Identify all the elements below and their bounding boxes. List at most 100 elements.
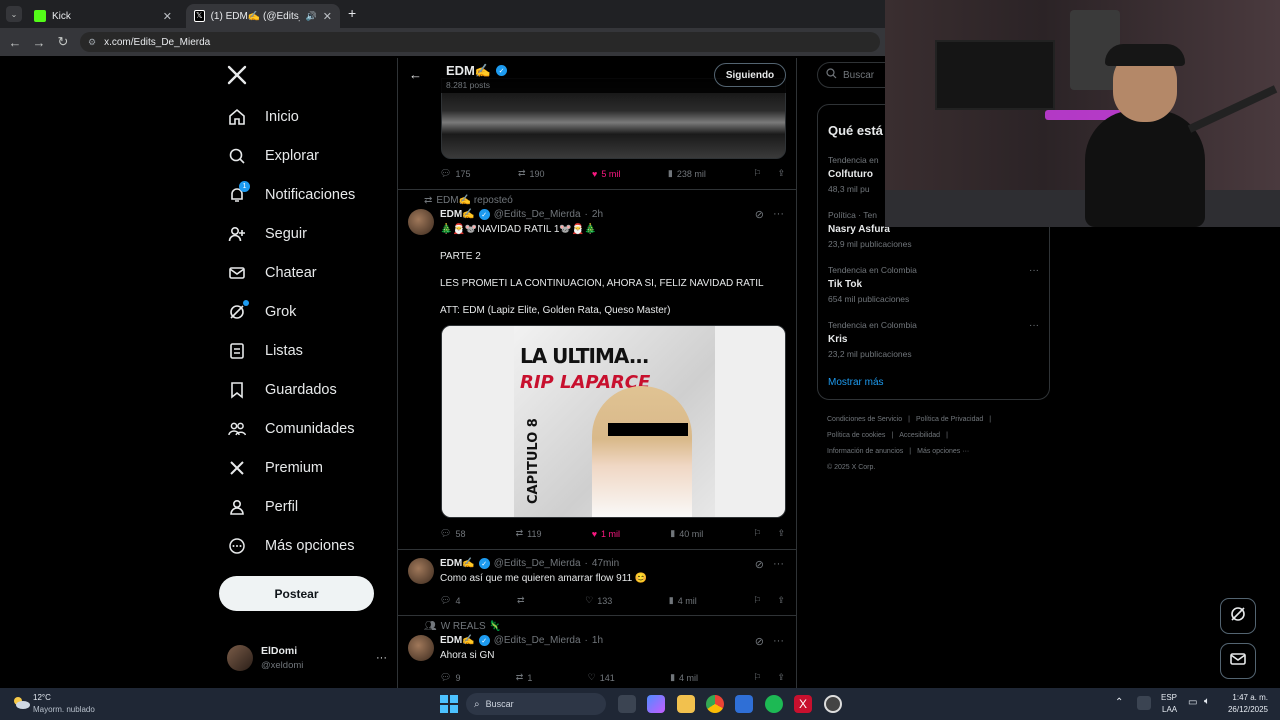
following-button[interactable]: Siguiendo [714,63,786,87]
avatar[interactable] [408,558,434,584]
back-arrow-icon[interactable]: ← [409,67,422,82]
new-tab-button[interactable]: + [348,5,356,21]
views-button[interactable]: ▮ 4 mil [670,672,698,683]
share-icon[interactable]: ⇪ [777,168,785,179]
nav-item-explorar[interactable]: Explorar [215,136,390,175]
terms-link[interactable]: Condiciones de Servicio [827,416,902,423]
spotify-icon[interactable] [765,695,783,713]
close-tab-icon[interactable]: ✕ [323,10,332,23]
tweet-media[interactable]: LA ULTIMA... RIP LAPARCE CAPITULO 8 [441,325,786,518]
clock-date[interactable]: 26/12/2025 [1222,705,1268,714]
store-icon[interactable] [735,695,753,713]
browser-tab-kick[interactable]: Kick ✕ [26,4,180,28]
accessibility-link[interactable]: Accesibilidad [899,432,940,439]
reload-icon[interactable]: ↻ [51,34,75,50]
nav-item-notificaciones[interactable]: 1 Notificaciones [215,175,390,214]
nav-item-premium[interactable]: Premium [215,448,390,487]
reply-button[interactable]: 💬︎ 4 [440,595,460,606]
nav-item-mas-opciones[interactable]: Más opciones [215,526,390,565]
more-options-link[interactable]: Más opciones ··· [917,448,969,455]
tweet-author[interactable]: EDM✍️ [440,209,475,220]
tweet-handle[interactable]: @Edits_De_Mierda [494,558,581,569]
nav-item-seguir[interactable]: Seguir [215,214,390,253]
like-button[interactable]: ♡ 141 [588,672,615,683]
timeline[interactable]: ← EDM✍️ ✓ 8.281 posts Siguiendo 💬︎ 175 ⇄ 1… [397,58,797,688]
clock-time[interactable]: 1:47 a. m. [1226,693,1268,702]
more-icon[interactable]: ··· [1029,265,1039,276]
more-icon[interactable]: ··· [376,652,387,664]
tweet-author[interactable]: EDM✍️ [440,635,475,646]
bookmark-icon[interactable]: ⚐ [753,595,761,606]
tweet-author[interactable]: EDM✍️ [440,558,475,569]
show-more-link[interactable]: Mostrar más [828,377,884,388]
avatar[interactable] [408,635,434,661]
back-icon[interactable]: ← [3,35,27,50]
chevron-up-icon[interactable]: ⌃ [1115,697,1123,708]
tweet-time[interactable]: 2h [592,209,603,220]
copilot-icon[interactable] [647,695,665,713]
more-icon[interactable]: ··· [773,558,784,570]
views-button[interactable]: ▮ 40 mil [670,528,703,539]
cookies-link[interactable]: Política de cookies [827,432,885,439]
grok-icon[interactable]: ⊘ [755,208,764,221]
forward-icon[interactable]: → [27,35,51,50]
messages-floating-button[interactable] [1220,643,1256,679]
task-view-icon[interactable] [618,695,636,713]
bookmark-icon[interactable]: ⚐ [753,528,761,539]
nav-item-comunidades[interactable]: Comunidades [215,409,390,448]
bookmark-icon[interactable]: ⚐ [753,168,761,179]
bookmark-icon[interactable]: ⚐ [753,672,761,683]
site-info-icon[interactable]: ⚙ [88,37,96,48]
tweet-handle[interactable]: @Edits_De_Mierda [494,635,581,646]
url-field[interactable]: ⚙ x.com/Edits_De_Mierda [80,32,880,52]
nav-item-grok[interactable]: Grok [215,292,390,331]
privacy-link[interactable]: Política de Privacidad [916,416,983,423]
language-indicator[interactable]: ESP [1161,693,1177,702]
tweet-time[interactable]: 47min [592,558,619,569]
views-button[interactable]: ▮ 4 mil [669,595,697,606]
more-icon[interactable]: ··· [1029,320,1039,331]
account-switcher[interactable]: ElDomi @xeldomi ··· [227,643,387,673]
share-icon[interactable]: ⇪ [777,528,785,539]
repost-button[interactable]: ⇄ [517,595,529,606]
views-button[interactable]: ▮ 238 mil [668,168,706,179]
file-explorer-icon[interactable] [677,695,695,713]
nav-item-chatear[interactable]: Chatear [215,253,390,292]
nav-item-perfil[interactable]: Perfil [215,487,390,526]
weather-icon[interactable] [10,694,32,712]
reply-button[interactable]: 💬︎ 175 [440,168,470,179]
trend-item[interactable]: Tendencia en Colombia Tik Tok 654 mil pu… [828,265,1043,304]
tweet-handle[interactable]: @Edits_De_Mierda [494,209,581,220]
grok-icon[interactable]: ⊘ [755,558,764,571]
nav-item-guardados[interactable]: Guardados [215,370,390,409]
tweet-time[interactable]: 1h [592,635,603,646]
avatar[interactable] [408,209,434,235]
taskbar-search[interactable]: ⌕ Buscar [466,693,606,715]
grok-icon[interactable]: ⊘ [755,635,764,648]
browser-tab-x[interactable]: 𝕏 (1) EDM✍️ (@Edits_De_Mierd 🔊 ✕ [186,4,340,28]
grok-floating-button[interactable] [1220,598,1256,634]
reply-button[interactable]: 💬︎ 58 [440,528,465,539]
repost-button[interactable]: ⇄ 1 [516,672,533,683]
more-icon[interactable]: ··· [773,208,784,220]
like-button[interactable]: ♡ 133 [585,595,612,606]
like-button[interactable]: ♥ 5 mil [592,169,620,179]
share-icon[interactable]: ⇪ [777,595,785,606]
volume-icon[interactable]: 🔈︎ [1204,696,1210,707]
trend-item[interactable]: Tendencia en Colombia Kris 23,2 mil publ… [828,320,1043,359]
obs-icon[interactable] [824,695,842,713]
like-button[interactable]: ♥ 1 mil [592,529,620,539]
tray-app-icon[interactable] [1137,696,1151,710]
tab-search-button[interactable]: ⌄ [6,6,22,22]
speaker-icon[interactable]: 🔊 [306,11,317,22]
post-button[interactable]: Postear [219,576,374,611]
reply-button[interactable]: 💬︎ 9 [440,672,460,683]
chrome-icon[interactable] [706,695,724,713]
windows-start-icon[interactable] [440,695,458,713]
nav-item-inicio[interactable]: Inicio [215,97,390,136]
nav-item-listas[interactable]: Listas [215,331,390,370]
close-tab-icon[interactable]: ✕ [163,10,172,23]
share-icon[interactable]: ⇪ [777,672,785,683]
xmind-icon[interactable]: X [794,695,812,713]
network-icon[interactable]: ▭ [1188,697,1197,708]
